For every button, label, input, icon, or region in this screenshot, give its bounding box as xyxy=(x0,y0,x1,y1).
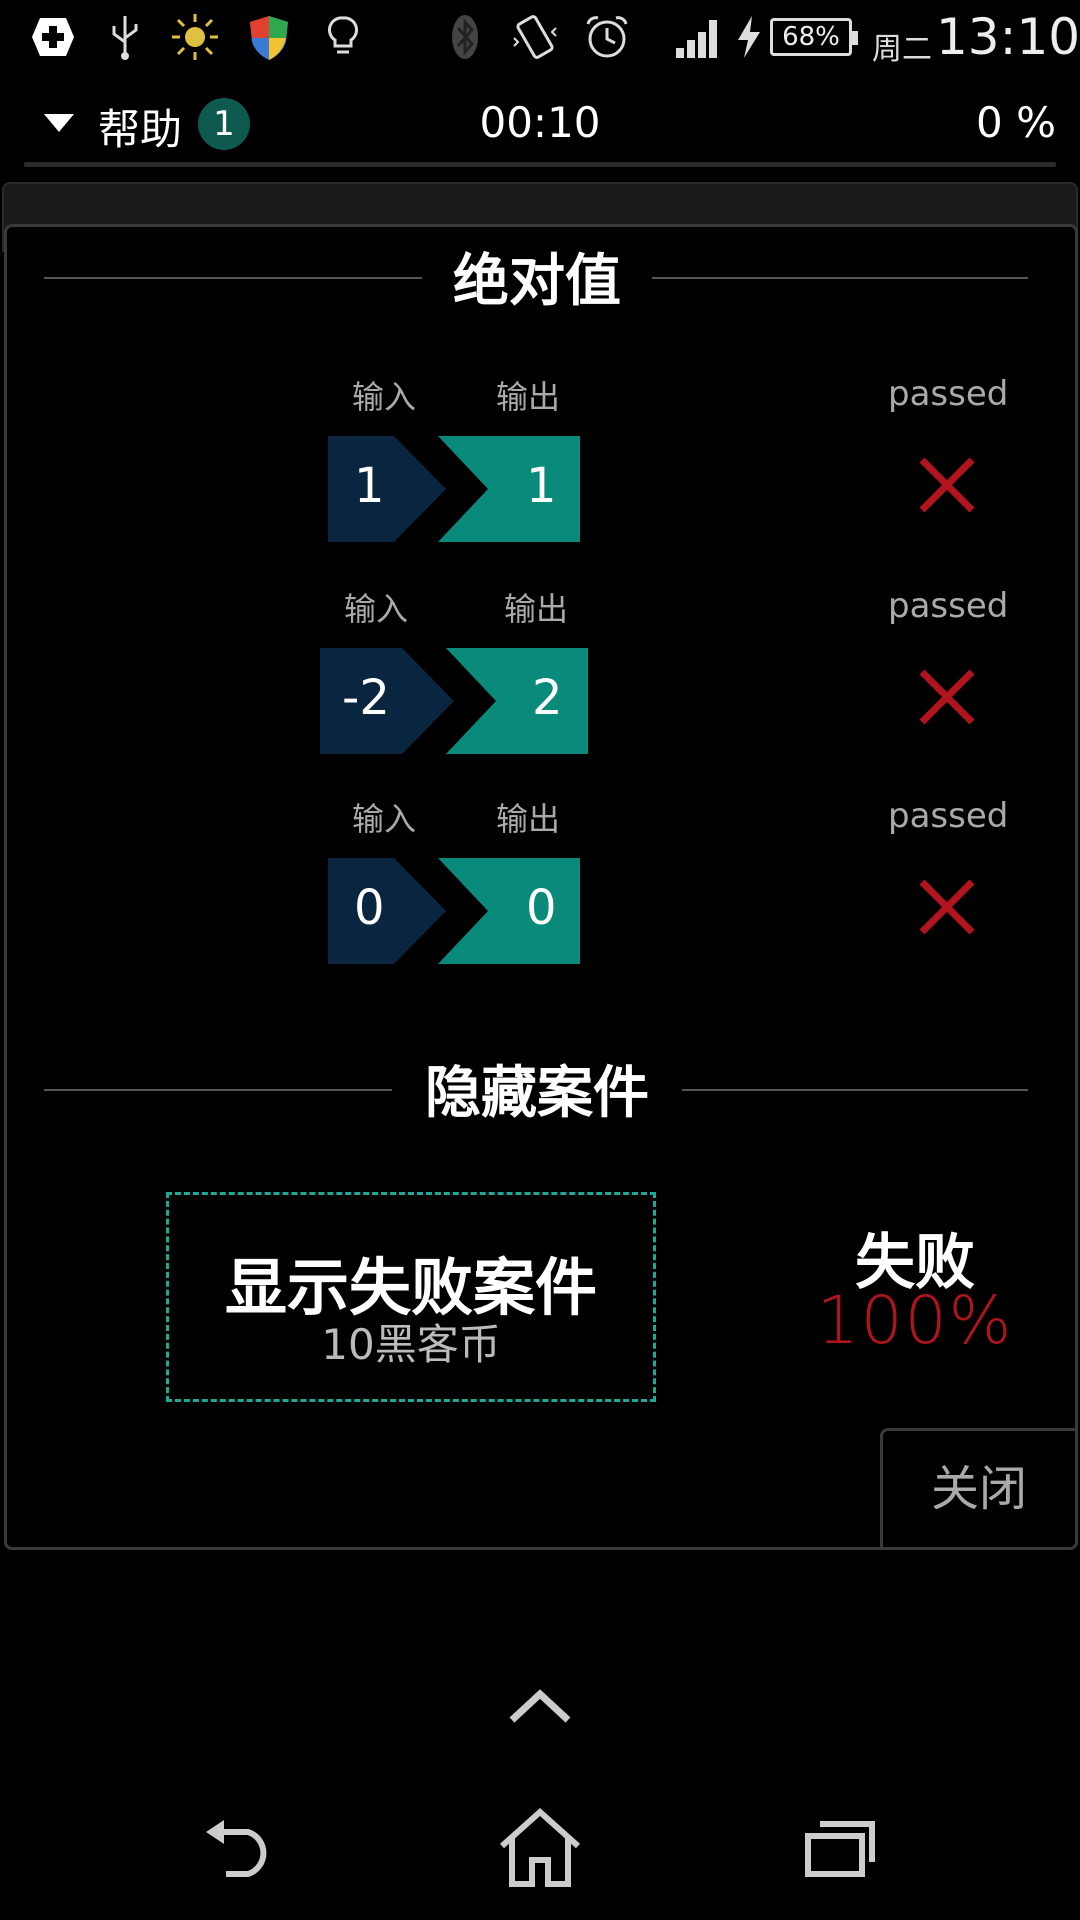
show-fail-case-button[interactable]: 显示失败案件 10黑客币 xyxy=(166,1192,656,1402)
signal-bars-icon xyxy=(676,20,717,58)
fail-case-cost: 10黑客币 xyxy=(321,1320,501,1369)
output-value: 0 xyxy=(526,880,557,936)
section-title: 绝对值 xyxy=(453,249,621,314)
fail-percent: 100% xyxy=(816,1282,1014,1359)
input-value: 1 xyxy=(354,458,385,514)
passed-label: passed xyxy=(888,374,1009,414)
output-value: 2 xyxy=(532,670,563,726)
alarm-clock-icon xyxy=(586,16,628,58)
input-label: 输入 xyxy=(352,378,417,416)
help-count-badge: 1 xyxy=(198,98,250,150)
recent-apps-icon[interactable] xyxy=(804,1818,876,1878)
close-button[interactable]: 关闭 xyxy=(880,1428,1078,1550)
input-value: 0 xyxy=(354,880,385,936)
passed-label: passed xyxy=(888,586,1009,626)
chevron-up-icon[interactable] xyxy=(506,1686,574,1726)
section-divider-left xyxy=(44,277,422,279)
back-icon[interactable] xyxy=(202,1816,284,1878)
lightbulb-icon xyxy=(328,16,358,54)
topbar-divider xyxy=(24,162,1056,167)
input-value: -2 xyxy=(342,670,390,726)
fail-x-icon xyxy=(919,669,975,725)
hidden-divider-right xyxy=(682,1089,1028,1091)
dropdown-arrow-icon xyxy=(44,114,74,132)
output-value: 1 xyxy=(526,458,557,514)
input-label: 输入 xyxy=(344,590,409,628)
help-label: 帮助 xyxy=(98,105,183,154)
passed-label: passed xyxy=(888,796,1009,836)
output-label: 输出 xyxy=(496,800,561,838)
input-label: 输入 xyxy=(352,800,417,838)
status-weekday: 周二 xyxy=(872,32,932,67)
section-divider-right xyxy=(652,277,1028,279)
status-bar: 68% 周二 13:10 xyxy=(0,0,1080,76)
fail-x-icon xyxy=(919,457,975,513)
bluetooth-icon xyxy=(452,15,478,59)
medical-cross-icon xyxy=(32,18,74,56)
progress-percent: 0 % xyxy=(976,98,1056,147)
output-label: 输出 xyxy=(496,378,561,416)
charging-bolt-icon xyxy=(738,16,760,58)
fail-x-icon xyxy=(919,879,975,935)
battery-indicator: 68% xyxy=(770,18,858,56)
status-time: 13:10 xyxy=(936,8,1080,66)
hidden-divider-left xyxy=(44,1089,392,1091)
shield-icon xyxy=(250,16,288,60)
timer: 00:10 xyxy=(479,98,601,147)
output-label: 输出 xyxy=(504,590,569,628)
vibrate-icon xyxy=(513,15,557,59)
home-icon[interactable] xyxy=(498,1808,582,1888)
sun-icon xyxy=(172,14,218,60)
battery-percent: 68% xyxy=(782,22,840,52)
help-dropdown[interactable]: 帮助 1 xyxy=(40,90,260,160)
usb-icon xyxy=(112,16,138,60)
top-bar: 帮助 1 00:10 0 % xyxy=(0,90,1080,160)
hidden-cases-title: 隐藏案件 xyxy=(425,1061,649,1126)
